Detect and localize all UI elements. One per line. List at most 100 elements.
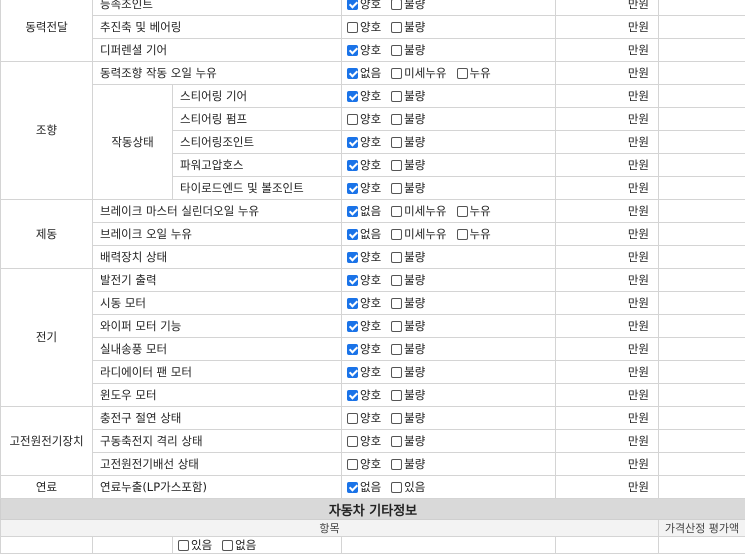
checkbox-unchecked[interactable] bbox=[391, 137, 402, 148]
checkbox-checked[interactable] bbox=[347, 298, 358, 309]
checkbox-checked[interactable] bbox=[347, 321, 358, 332]
checkbox-checked[interactable] bbox=[347, 91, 358, 102]
option[interactable]: 불량 bbox=[391, 134, 425, 150]
checkbox-unchecked[interactable] bbox=[391, 45, 402, 56]
option[interactable]: 불량 bbox=[391, 410, 425, 426]
checkbox-unchecked[interactable] bbox=[391, 68, 402, 79]
option[interactable]: 있음 bbox=[391, 479, 425, 495]
checkbox-checked[interactable] bbox=[347, 252, 358, 263]
checkbox-unchecked[interactable] bbox=[391, 321, 402, 332]
checkbox-unchecked[interactable] bbox=[391, 390, 402, 401]
option[interactable]: 누유 bbox=[457, 65, 491, 81]
option[interactable]: 불량 bbox=[391, 42, 425, 58]
checkbox-unchecked[interactable] bbox=[391, 22, 402, 33]
option[interactable]: 양호 bbox=[347, 42, 381, 58]
option[interactable]: 누유 bbox=[457, 226, 491, 242]
option[interactable]: 불량 bbox=[391, 295, 425, 311]
checkbox-unchecked[interactable] bbox=[222, 540, 233, 551]
checkbox-unchecked[interactable] bbox=[391, 252, 402, 263]
checkbox-checked[interactable] bbox=[347, 275, 358, 286]
checkbox-checked[interactable] bbox=[347, 0, 358, 10]
checkbox-unchecked[interactable] bbox=[391, 459, 402, 470]
option[interactable]: 불량 bbox=[391, 0, 425, 12]
option[interactable]: 양호 bbox=[347, 111, 381, 127]
checkbox-unchecked[interactable] bbox=[391, 298, 402, 309]
option[interactable]: 양호 bbox=[347, 410, 381, 426]
option[interactable]: 불량 bbox=[391, 88, 425, 104]
checkbox-checked[interactable] bbox=[347, 482, 358, 493]
checkbox-checked[interactable] bbox=[347, 183, 358, 194]
checkbox-unchecked[interactable] bbox=[347, 114, 358, 125]
price-cell bbox=[659, 315, 745, 338]
checkbox-checked[interactable] bbox=[347, 68, 358, 79]
checkbox-unchecked[interactable] bbox=[391, 275, 402, 286]
option[interactable]: 양호 bbox=[347, 0, 381, 12]
option[interactable]: 없음 bbox=[347, 203, 381, 219]
option[interactable]: 양호 bbox=[347, 88, 381, 104]
checkbox-unchecked[interactable] bbox=[391, 91, 402, 102]
option[interactable]: 양호 bbox=[347, 364, 381, 380]
checkbox-unchecked[interactable] bbox=[347, 413, 358, 424]
option[interactable]: 양호 bbox=[347, 180, 381, 196]
option[interactable]: 불량 bbox=[391, 433, 425, 449]
checkbox-unchecked[interactable] bbox=[391, 344, 402, 355]
option[interactable]: 양호 bbox=[347, 456, 381, 472]
option[interactable]: 없음 bbox=[222, 537, 256, 553]
option[interactable]: 양호 bbox=[347, 295, 381, 311]
option[interactable]: 양호 bbox=[347, 433, 381, 449]
checkbox-unchecked[interactable] bbox=[178, 540, 189, 551]
option[interactable]: 불량 bbox=[391, 318, 425, 334]
option[interactable]: 양호 bbox=[347, 19, 381, 35]
option[interactable]: 미세누유 bbox=[391, 203, 446, 219]
option[interactable]: 불량 bbox=[391, 157, 425, 173]
option[interactable]: 불량 bbox=[391, 341, 425, 357]
option[interactable]: 양호 bbox=[347, 272, 381, 288]
option[interactable]: 미세누유 bbox=[391, 65, 446, 81]
option[interactable]: 불량 bbox=[391, 456, 425, 472]
checkbox-checked[interactable] bbox=[347, 45, 358, 56]
checkbox-unchecked[interactable] bbox=[347, 22, 358, 33]
checkbox-unchecked[interactable] bbox=[391, 160, 402, 171]
option[interactable]: 양호 bbox=[347, 387, 381, 403]
option[interactable]: 양호 bbox=[347, 157, 381, 173]
option[interactable]: 불량 bbox=[391, 387, 425, 403]
option[interactable]: 없음 bbox=[347, 479, 381, 495]
checkbox-checked[interactable] bbox=[347, 137, 358, 148]
option[interactable]: 양호 bbox=[347, 318, 381, 334]
option[interactable]: 미세누유 bbox=[391, 226, 446, 242]
option[interactable]: 양호 bbox=[347, 249, 381, 265]
checkbox-unchecked[interactable] bbox=[391, 114, 402, 125]
checkbox-unchecked[interactable] bbox=[457, 206, 468, 217]
checkbox-checked[interactable] bbox=[347, 390, 358, 401]
checkbox-checked[interactable] bbox=[347, 344, 358, 355]
checkbox-unchecked[interactable] bbox=[347, 459, 358, 470]
checkbox-unchecked[interactable] bbox=[391, 229, 402, 240]
option[interactable]: 누유 bbox=[457, 203, 491, 219]
checkbox-unchecked[interactable] bbox=[391, 436, 402, 447]
checkbox-unchecked[interactable] bbox=[391, 482, 402, 493]
checkbox-unchecked[interactable] bbox=[391, 183, 402, 194]
option[interactable]: 양호 bbox=[347, 134, 381, 150]
option[interactable]: 불량 bbox=[391, 19, 425, 35]
option[interactable]: 불량 bbox=[391, 111, 425, 127]
checkbox-unchecked[interactable] bbox=[391, 413, 402, 424]
checkbox-checked[interactable] bbox=[347, 206, 358, 217]
checkbox-checked[interactable] bbox=[347, 229, 358, 240]
checkbox-checked[interactable] bbox=[347, 367, 358, 378]
checkbox-checked[interactable] bbox=[347, 160, 358, 171]
checkbox-unchecked[interactable] bbox=[457, 229, 468, 240]
option[interactable]: 불량 bbox=[391, 249, 425, 265]
option[interactable]: 불량 bbox=[391, 180, 425, 196]
option[interactable]: 있음 bbox=[178, 537, 212, 553]
option-label: 없음 bbox=[360, 66, 381, 80]
checkbox-unchecked[interactable] bbox=[391, 206, 402, 217]
checkbox-unchecked[interactable] bbox=[457, 68, 468, 79]
checkbox-unchecked[interactable] bbox=[347, 436, 358, 447]
option[interactable]: 양호 bbox=[347, 341, 381, 357]
checkbox-unchecked[interactable] bbox=[391, 367, 402, 378]
option[interactable]: 없음 bbox=[347, 226, 381, 242]
checkbox-unchecked[interactable] bbox=[391, 0, 402, 10]
option[interactable]: 불량 bbox=[391, 272, 425, 288]
option[interactable]: 없음 bbox=[347, 65, 381, 81]
option[interactable]: 불량 bbox=[391, 364, 425, 380]
